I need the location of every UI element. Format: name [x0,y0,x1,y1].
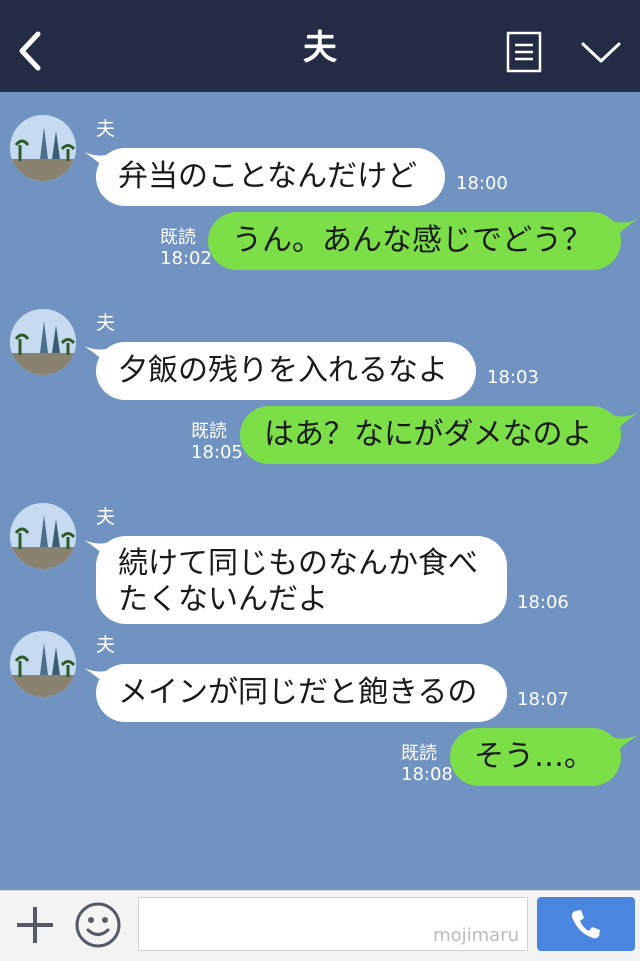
bubble-tail [612,735,638,757]
message-bubble-incoming[interactable]: メインが同じだと飽きるの [96,664,507,722]
message-bubble-outgoing[interactable]: うん。あんな感じでどう？ [208,212,621,270]
read-label: 既読 [401,743,437,764]
sender-name: 夫 [96,312,116,334]
chat-header: 夫 [0,0,640,92]
message-bubble-incoming[interactable]: 弁当のことなんだけど [96,148,445,206]
message-bubble-outgoing[interactable]: はあ？なにがダメなのよ [240,406,621,464]
watermark: mojimaru [433,925,519,946]
message-time: 18:07 [517,689,569,710]
avatar[interactable] [10,503,76,569]
avatar[interactable] [10,631,76,697]
message-time: 18:00 [456,173,508,194]
sender-name: 夫 [96,506,116,528]
message-time: 18:03 [487,367,539,388]
message-time: 18:06 [517,592,569,613]
sender-name: 夫 [96,118,116,140]
plus-icon[interactable] [14,904,56,946]
read-label: 既読 [160,227,196,248]
call-button[interactable] [537,897,635,951]
notes-icon[interactable] [506,31,542,73]
bubble-tail [612,413,638,435]
read-receipt: 既読 18:05 [191,421,243,463]
message-input[interactable]: mojimaru [138,897,528,951]
message-bubble-incoming[interactable]: 夕飯の残りを入れるなよ [96,342,476,400]
read-receipt: 既読 18:08 [401,743,453,785]
avatar[interactable] [10,309,76,375]
read-label: 既読 [191,421,227,442]
message-bubble-outgoing[interactable]: そう…。 [450,728,621,786]
chat-title: 夫 [303,28,337,68]
avatar[interactable] [10,115,76,181]
message-time: 18:08 [401,764,453,785]
chevron-down-icon[interactable] [580,40,622,66]
message-time: 18:05 [191,442,243,463]
phone-icon [571,910,600,939]
message-time: 18:02 [160,248,212,269]
sender-name: 夫 [96,634,116,656]
read-receipt: 既読 18:02 [160,227,212,269]
message-bubble-incoming[interactable]: 続けて同じものなんか食べたくないんだよ [96,536,507,624]
bubble-tail [612,219,638,241]
smiley-icon[interactable] [73,900,123,950]
